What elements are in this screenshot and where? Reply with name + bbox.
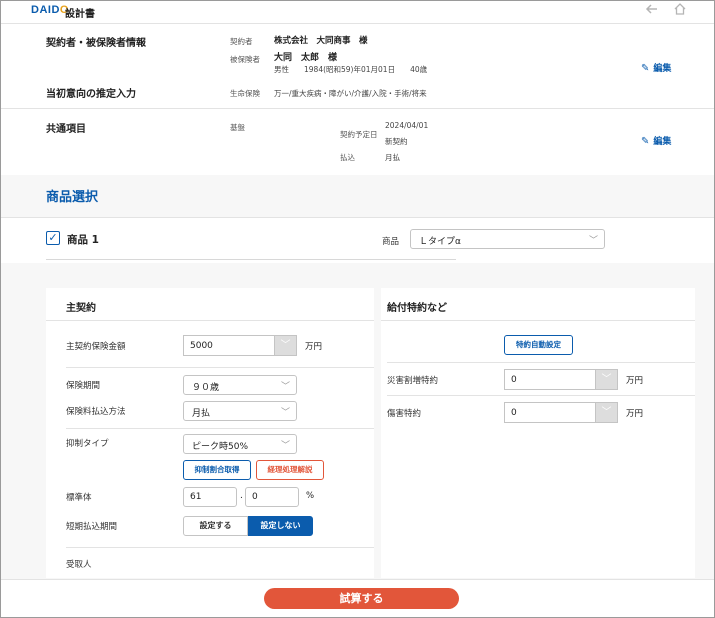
insured-label: 被保険者 [230,55,260,64]
standard-dec-input[interactable]: 0 [245,487,299,507]
standard-label: 標準体 [66,493,92,503]
pay-method-label: 保険料払込方法 [66,407,126,417]
accounting-button[interactable]: 経理処理解説 [256,460,324,480]
disaster-combo[interactable]: 0 ﹀ [504,369,618,390]
page-title: 設計書 [65,9,95,20]
product-field-label: 商品 [382,237,400,247]
riders-heading: 給付特約など [387,303,447,314]
app-window: DAIDO 設計書 契約者・被保険者情報 契約者 株式会社 大同商事 様 被保険… [0,0,715,618]
chevron-down-icon: ﹀ [280,441,290,451]
pay-method-select[interactable]: 月払 ﹀ [183,401,297,421]
injury-unit: 万円 [626,409,644,419]
chevron-down-icon: ﹀ [588,236,598,246]
payment-value: 月払 [385,153,400,162]
main-contract-heading: 主契約 [66,303,96,314]
product-select-band [1,175,714,217]
decimal-point: . [240,491,243,501]
control-type-select[interactable]: ピーク時50% ﹀ [183,434,297,454]
short-pay-unset-button[interactable]: 設定しない [248,516,313,536]
period-select[interactable]: ９０歳 ﹀ [183,375,297,395]
product-select[interactable]: Ｌタイプα ﹀ [410,229,605,249]
amount-label: 主契約保険金額 [66,342,126,352]
base-label: 基盤 [230,123,245,132]
pencil-icon: ✎ [641,63,650,74]
injury-label: 傷害特約 [387,409,422,419]
payment-label: 払込 [340,153,355,162]
pencil-icon: ✎ [641,136,650,147]
product-select-heading: 商品選択 [46,190,99,205]
home-icon[interactable] [673,2,687,20]
injury-combo[interactable]: 0 ﹀ [504,402,618,423]
insured-name: 大同 太郎 様 [274,53,338,63]
contractor-label: 契約者 [230,37,253,46]
chevron-down-icon: ﹀ [280,408,290,418]
contract-edit-button[interactable]: ✎ 編集 [641,61,671,74]
disaster-unit: 万円 [626,376,644,386]
product-checkbox[interactable]: ✓ [46,231,60,245]
short-pay-set-button[interactable]: 設定する [183,516,248,536]
common-section-heading: 共通項目 [46,124,86,135]
daido-logo: DAIDO [31,4,69,16]
standard-unit: % [306,491,315,501]
amount-combo[interactable]: 5000 ﹀ [183,335,297,356]
amount-unit: 万円 [305,342,323,352]
common-edit-button[interactable]: ✎ 編集 [641,134,671,147]
insured-detail: 男性 1984(昭和59)年01月01日 40歳 [274,65,428,74]
short-pay-label: 短期払込期間 [66,522,118,532]
control-type-label: 抑制タイプ [66,439,109,449]
contract-section-heading: 契約者・被保険者情報 [46,38,146,49]
product-label: 商品 1 [67,234,99,246]
chevron-down-icon: ﹀ [280,382,290,392]
contract-type: 新契約 [385,137,408,146]
period-label: 保険期間 [66,381,101,391]
intention-section-heading: 当初意向の推定入力 [46,89,136,100]
control-rate-button[interactable]: 抑制割合取得 [183,460,251,480]
beneficiary-label: 受取人 [66,560,92,570]
chevron-down-icon[interactable]: ﹀ [595,370,617,389]
arrow-left-icon[interactable] [645,2,659,20]
chevron-down-icon[interactable]: ﹀ [274,336,296,355]
contractor-value: 株式会社 大同商事 様 [274,36,368,46]
date-value: 2024/04/01 [385,121,429,130]
disaster-label: 災害割増特約 [387,376,439,386]
riders-panel [381,288,695,578]
calculate-button[interactable]: 試算する [264,588,459,609]
intention-label: 生命保険 [230,89,260,98]
auto-rider-button[interactable]: 特約自動設定 [504,335,573,355]
intention-value: 万一/重大疾病・障がい/介護/入院・手術/将来 [274,89,427,98]
date-label: 契約予定日 [340,130,378,139]
standard-int-input[interactable]: 61 [183,487,237,507]
chevron-down-icon[interactable]: ﹀ [595,403,617,422]
